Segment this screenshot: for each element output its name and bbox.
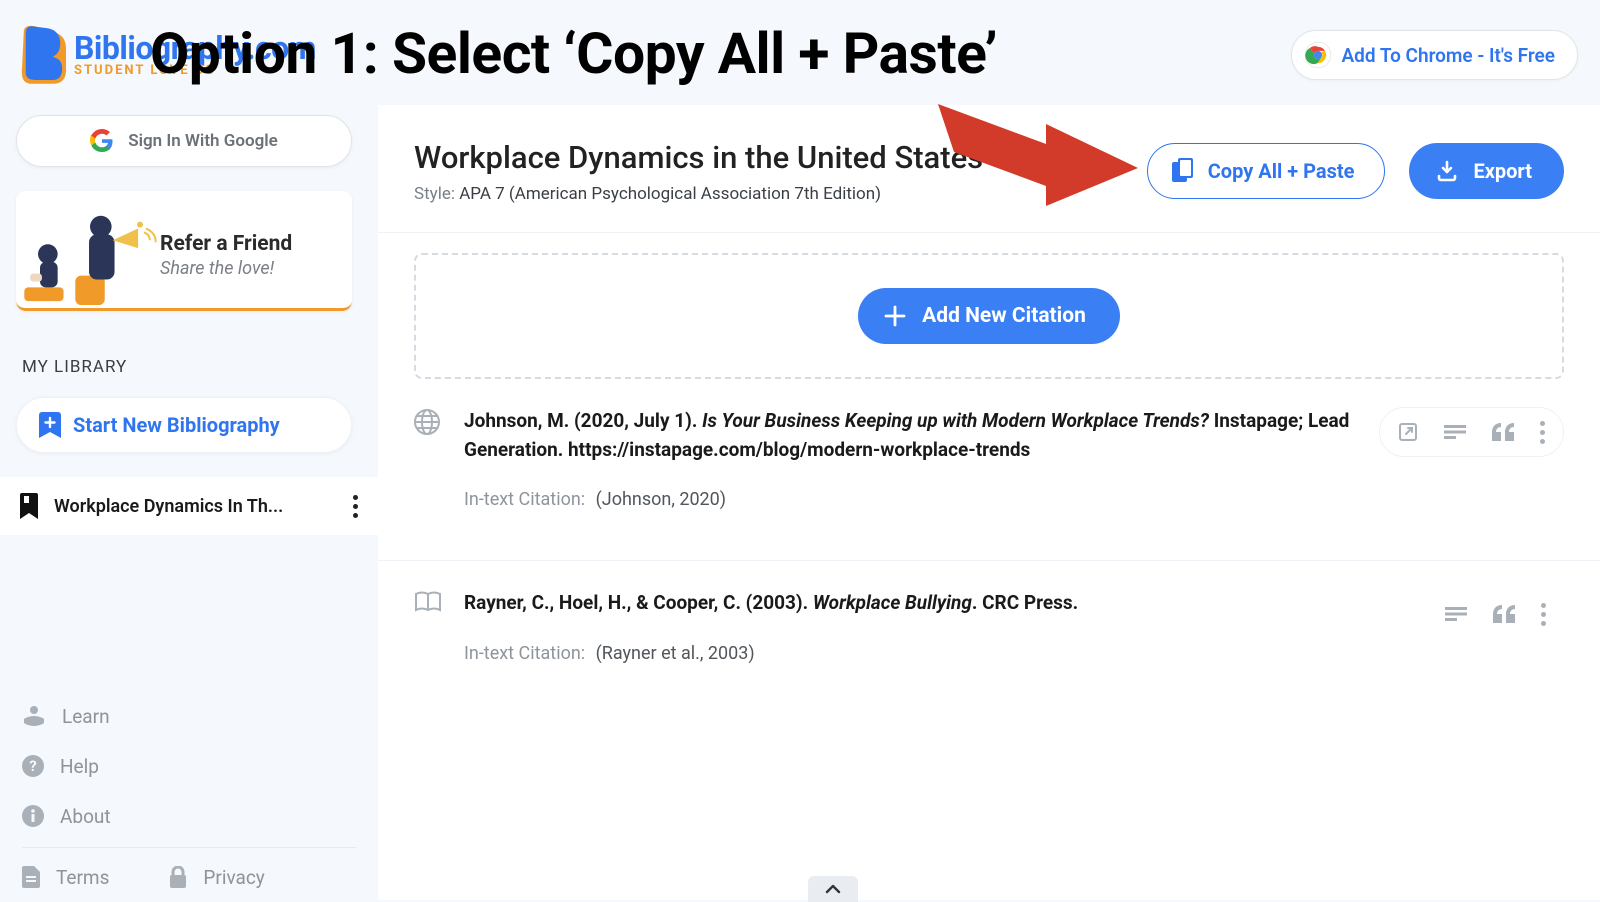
export-label: Export	[1473, 159, 1532, 183]
quote-icon[interactable]	[1492, 423, 1514, 441]
add-citation-zone: Add New Citation	[414, 253, 1564, 379]
intext-citation: In-text Citation: (Rayner et al., 2003)	[464, 640, 1407, 667]
add-new-citation-button[interactable]: Add New Citation	[858, 288, 1120, 344]
page-title: Workplace Dynamics in the United States	[414, 139, 1147, 176]
document-icon	[22, 866, 40, 888]
start-new-bib-label: Start New Bibliography	[73, 413, 280, 437]
info-icon	[22, 805, 44, 827]
google-icon	[90, 129, 114, 153]
refer-illustration	[22, 205, 160, 307]
sidebar-link-help[interactable]: ? Help	[22, 741, 356, 791]
sidebar-link-terms[interactable]: Terms	[22, 858, 109, 896]
bookmark-plus-icon	[39, 412, 61, 438]
logo-mark-icon	[18, 24, 66, 86]
add-to-chrome-button[interactable]: Add To Chrome - It's Free	[1291, 30, 1579, 80]
style-label: Style:	[414, 184, 455, 204]
my-library-label: MY LIBRARY	[22, 357, 362, 377]
book-icon	[414, 589, 444, 667]
citation-row: Rayner, C., Hoel, H., & Cooper, C. (2003…	[378, 560, 1600, 700]
chrome-icon	[1304, 41, 1332, 69]
chevron-up-icon	[825, 884, 841, 894]
add-to-chrome-label: Add To Chrome - It's Free	[1342, 44, 1556, 67]
citation-row: Johnson, M. (2020, July 1). Is Your Busi…	[378, 379, 1600, 546]
learn-icon	[22, 705, 46, 727]
refer-friend-card[interactable]: Refer a Friend Share the love!	[16, 191, 352, 311]
start-new-bibliography-button[interactable]: Start New Bibliography	[16, 397, 352, 453]
lock-icon	[169, 866, 187, 888]
sidebar-link-learn[interactable]: Learn	[22, 691, 356, 741]
sidebar-link-about[interactable]: About	[22, 791, 356, 841]
refer-subtitle: Share the love!	[160, 258, 292, 279]
citation-text[interactable]: Johnson, M. (2020, July 1). Is Your Busi…	[464, 407, 1359, 464]
quote-icon[interactable]	[1493, 605, 1515, 623]
citation-more-icon[interactable]	[1541, 603, 1546, 626]
sidebar: Sign In With Google Refer a	[0, 105, 378, 900]
bookmark-icon	[20, 493, 38, 519]
intext-citation: In-text Citation: (Johnson, 2020)	[464, 486, 1359, 513]
main-content: Workplace Dynamics in the United States …	[378, 105, 1600, 900]
refer-title: Refer a Friend	[160, 232, 292, 256]
citation-actions	[1427, 589, 1564, 639]
open-link-icon[interactable]	[1398, 422, 1418, 442]
active-bib-name: Workplace Dynamics In Th...	[54, 496, 283, 517]
expand-panel-button[interactable]	[808, 876, 858, 902]
google-signin-label: Sign In With Google	[128, 131, 278, 151]
download-icon	[1435, 159, 1459, 183]
add-new-label: Add New Citation	[922, 304, 1086, 328]
google-signin-button[interactable]: Sign In With Google	[16, 115, 352, 167]
copy-all-label: Copy All + Paste	[1208, 159, 1355, 183]
copy-all-paste-button[interactable]: Copy All + Paste	[1147, 143, 1386, 199]
citation-style-row[interactable]: Style: APA 7 (American Psychological Ass…	[414, 184, 1147, 204]
style-value: APA 7 (American Psychological Associatio…	[459, 184, 881, 204]
tutorial-overlay-title: Option 1: Select ‘Copy All + Paste’	[150, 20, 997, 87]
sidebar-link-privacy[interactable]: Privacy	[169, 858, 264, 896]
copy-icon	[1172, 158, 1194, 184]
notes-icon[interactable]	[1444, 425, 1466, 439]
citation-text[interactable]: Rayner, C., Hoel, H., & Cooper, C. (2003…	[464, 589, 1407, 618]
plus-icon	[884, 305, 906, 327]
citation-actions	[1379, 407, 1564, 457]
svg-text:?: ?	[29, 757, 36, 775]
sidebar-item-bibliography[interactable]: Workplace Dynamics In Th...	[0, 477, 378, 535]
help-icon: ?	[22, 755, 44, 777]
globe-icon	[414, 407, 444, 513]
export-button[interactable]: Export	[1409, 143, 1564, 199]
bib-more-menu-icon[interactable]	[353, 495, 358, 518]
citation-more-icon[interactable]	[1540, 421, 1545, 444]
notes-icon[interactable]	[1445, 607, 1467, 621]
